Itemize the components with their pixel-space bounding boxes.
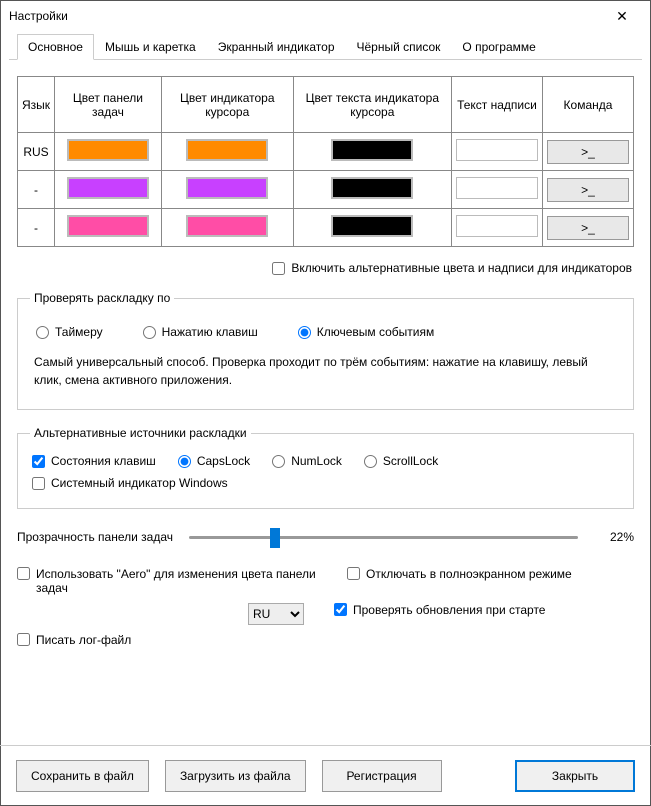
logfile-checkbox[interactable]	[17, 633, 30, 646]
cell-lang: RUS	[18, 133, 55, 171]
th-cmd: Команда	[542, 77, 633, 133]
close-button[interactable]: Закрыть	[515, 760, 635, 792]
updates-checkbox[interactable]	[334, 603, 347, 616]
th-text: Цвет текста индикатора курсора	[293, 77, 451, 133]
command-button[interactable]: >_	[547, 216, 629, 240]
colors-table: Язык Цвет панели задач Цвет индикатора к…	[17, 76, 634, 247]
alt-sources-legend: Альтернативные источники раскладки	[30, 426, 251, 440]
check-layout-group: Проверять раскладку по Таймеру Нажатию к…	[17, 291, 634, 410]
text-color-swatch[interactable]	[331, 215, 413, 237]
label-text-input[interactable]	[456, 215, 538, 237]
th-cursor: Цвет индикатора курсора	[161, 77, 293, 133]
th-taskbar: Цвет панели задач	[55, 77, 162, 133]
register-button[interactable]: Регистрация	[322, 760, 442, 792]
radio-numlock[interactable]	[272, 455, 285, 468]
tab-blacklist[interactable]: Чёрный список	[346, 34, 452, 60]
table-row: RUS >_	[18, 133, 634, 171]
taskbar-color-swatch[interactable]	[67, 139, 149, 161]
label-text-input[interactable]	[456, 177, 538, 199]
cell-lang: -	[18, 209, 55, 247]
radio-keypress[interactable]	[143, 326, 156, 339]
lang-select[interactable]: RU	[248, 603, 304, 625]
alt-colors-label: Включить альтернативные цвета и надписи …	[291, 261, 632, 275]
th-label: Текст надписи	[451, 77, 542, 133]
aero-checkbox[interactable]	[17, 567, 30, 580]
save-button[interactable]: Сохранить в файл	[16, 760, 149, 792]
text-color-swatch[interactable]	[331, 139, 413, 161]
fullscreen-checkbox[interactable]	[347, 567, 360, 580]
sysindicator-checkbox[interactable]	[32, 477, 45, 490]
window-title: Настройки	[9, 9, 602, 23]
command-button[interactable]: >_	[547, 178, 629, 202]
tab-mouse[interactable]: Мышь и каретка	[94, 34, 207, 60]
transparency-value: 22%	[594, 530, 634, 544]
tab-main[interactable]: Основное	[17, 34, 94, 60]
th-lang: Язык	[18, 77, 55, 133]
alt-sources-group: Альтернативные источники раскладки Состо…	[17, 426, 634, 509]
label-text-input[interactable]	[456, 139, 538, 161]
radio-keyevents[interactable]	[298, 326, 311, 339]
radio-scrolllock[interactable]	[364, 455, 377, 468]
cursor-color-swatch[interactable]	[186, 177, 268, 199]
tab-content: Язык Цвет панели задач Цвет индикатора к…	[1, 60, 650, 667]
taskbar-color-swatch[interactable]	[67, 177, 149, 199]
alt-colors-checkbox[interactable]	[272, 262, 285, 275]
transparency-slider[interactable]	[189, 525, 578, 549]
footer: Сохранить в файл Загрузить из файла Реги…	[0, 745, 651, 806]
check-layout-desc: Самый универсальный способ. Проверка про…	[30, 351, 621, 395]
taskbar-color-swatch[interactable]	[67, 215, 149, 237]
tab-about[interactable]: О программе	[451, 34, 546, 60]
titlebar: Настройки ✕	[1, 1, 650, 31]
tab-bar: Основное Мышь и каретка Экранный индикат…	[9, 33, 642, 60]
command-button[interactable]: >_	[547, 140, 629, 164]
check-layout-legend: Проверять раскладку по	[30, 291, 174, 305]
radio-capslock[interactable]	[178, 455, 191, 468]
table-row: - >_	[18, 171, 634, 209]
cursor-color-swatch[interactable]	[186, 215, 268, 237]
tab-osd[interactable]: Экранный индикатор	[207, 34, 346, 60]
close-icon[interactable]: ✕	[602, 8, 642, 25]
transparency-label: Прозрачность панели задач	[17, 530, 173, 544]
cursor-color-swatch[interactable]	[186, 139, 268, 161]
load-button[interactable]: Загрузить из файла	[165, 760, 306, 792]
table-row: - >_	[18, 209, 634, 247]
text-color-swatch[interactable]	[331, 177, 413, 199]
radio-timer[interactable]	[36, 326, 49, 339]
keystate-checkbox[interactable]	[32, 455, 45, 468]
cell-lang: -	[18, 171, 55, 209]
slider-thumb[interactable]	[270, 528, 280, 548]
